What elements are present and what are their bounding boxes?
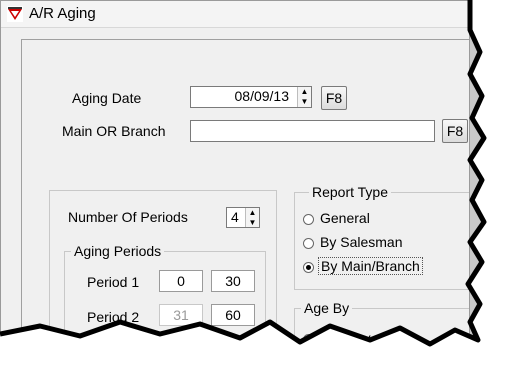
- torn-edge-overlay: [0, 0, 506, 392]
